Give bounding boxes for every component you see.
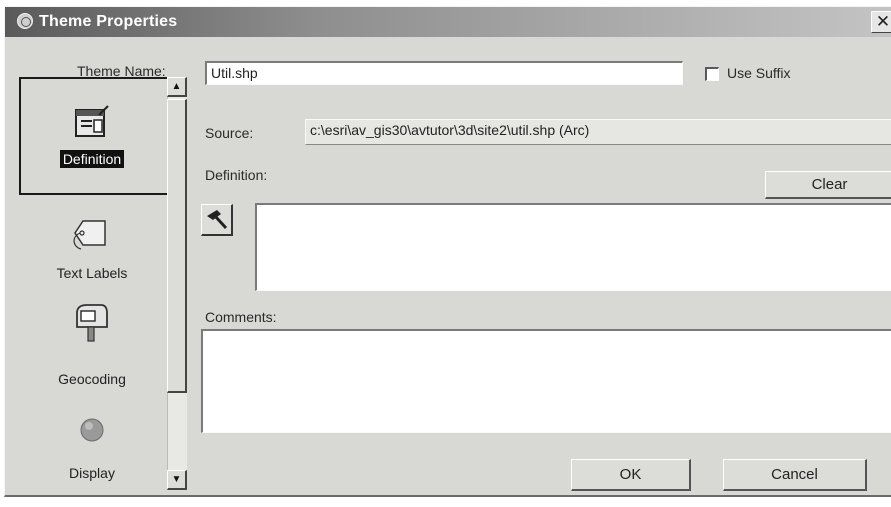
definition-icon bbox=[75, 105, 109, 137]
display-circle-icon bbox=[80, 418, 104, 442]
sidebar-item-label: Text Labels bbox=[56, 265, 128, 281]
ok-button[interactable]: OK bbox=[571, 459, 691, 491]
sidebar-item-geocoding[interactable]: Geocoding bbox=[17, 303, 167, 393]
definition-label: Definition: bbox=[205, 167, 268, 183]
window-title: Theme Properties bbox=[39, 13, 178, 30]
sidebar-item-label: Definition bbox=[17, 150, 167, 168]
close-button[interactable]: ✕ bbox=[871, 11, 891, 33]
scroll-thumb[interactable] bbox=[167, 99, 187, 393]
sidebar-item-label: Display bbox=[69, 465, 115, 481]
sidebar-item-definition[interactable]: Definition bbox=[17, 77, 167, 195]
sidebar-item-text-labels[interactable]: Text Labels bbox=[17, 197, 167, 297]
sidebar-item-display[interactable]: Display bbox=[17, 399, 167, 489]
clear-button[interactable]: Clear bbox=[765, 171, 891, 199]
hammer-icon bbox=[207, 210, 228, 230]
mailbox-icon bbox=[76, 304, 108, 342]
theme-properties-dialog: Theme Properties ✕ Theme Name: Util.shp … bbox=[4, 6, 891, 497]
title-bar[interactable]: Theme Properties ✕ bbox=[5, 7, 891, 37]
property-sidebar: Definition Text Labels Geocoding Display bbox=[17, 77, 169, 492]
query-builder-button[interactable] bbox=[201, 204, 233, 236]
use-suffix-label: Use Suffix bbox=[727, 65, 791, 81]
definition-label: Definition bbox=[59, 150, 125, 168]
app-icon bbox=[17, 13, 33, 29]
cancel-button[interactable]: Cancel bbox=[723, 459, 867, 491]
source-value: c:\esri\av_gis30\avtutor\3d\site2\util.s… bbox=[305, 119, 891, 145]
definition-textarea[interactable] bbox=[255, 203, 891, 291]
tag-icon bbox=[73, 220, 106, 250]
theme-name-input[interactable]: Util.shp bbox=[205, 61, 683, 85]
use-suffix-checkbox[interactable] bbox=[705, 67, 719, 81]
scroll-up-button[interactable]: ▲ bbox=[167, 77, 187, 97]
comments-textarea[interactable] bbox=[201, 329, 891, 433]
comments-label: Comments: bbox=[205, 309, 277, 325]
source-label: Source: bbox=[205, 125, 254, 141]
scroll-down-button[interactable]: ▼ bbox=[167, 470, 187, 490]
sidebar-item-label: Geocoding bbox=[58, 371, 126, 387]
